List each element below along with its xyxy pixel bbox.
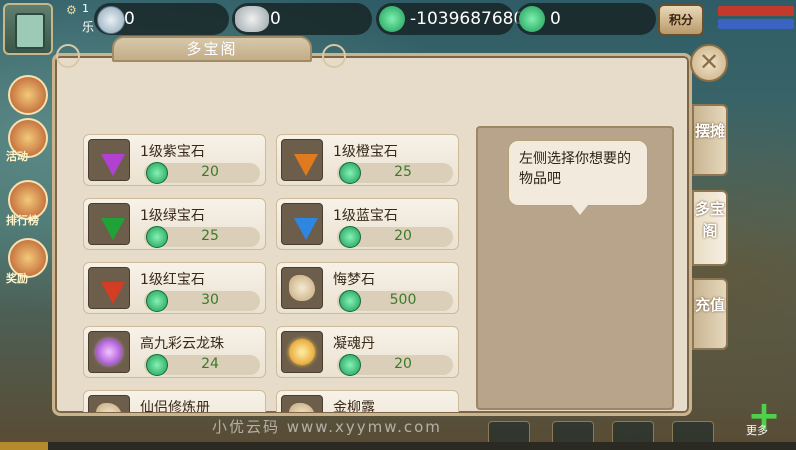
jade-coin-icon: [339, 354, 361, 376]
purple-gem-icon: [101, 154, 125, 176]
main-menu-icon[interactable]: [8, 75, 48, 115]
item-name: 金柳露: [333, 400, 375, 412]
item-icon-frame: [88, 331, 130, 373]
silver-value: 0: [270, 9, 281, 29]
jade-coin-icon: [339, 226, 361, 248]
dream-stone-icon: [289, 275, 315, 301]
tab-treasure[interactable]: 多宝阁: [692, 190, 728, 266]
quest-scroll-button[interactable]: [3, 3, 53, 55]
hint-bubble: 左侧选择你想要的物品吧: [508, 140, 648, 206]
item-price: 20: [394, 228, 412, 244]
hp-bar: [718, 6, 794, 16]
hint-bubble-tail: [572, 205, 588, 215]
item-icon-frame: [88, 267, 130, 309]
jade-coin-icon: [146, 290, 168, 312]
orange-gem-icon: [294, 154, 318, 176]
corner-ornament-left: [56, 44, 80, 68]
jade-coin-icon: [146, 162, 168, 184]
item-price: 30: [201, 292, 219, 308]
jade-coin-icon: [146, 226, 168, 248]
player-level: 1: [82, 2, 89, 15]
item-icon-frame: [281, 395, 323, 412]
item-price: 500: [389, 292, 417, 308]
status-bars: [718, 6, 794, 32]
item-icon-frame: [88, 395, 130, 412]
item-price: 25: [394, 164, 412, 180]
contribution-icon: [97, 6, 125, 34]
bound-jade-lock-icon: [519, 6, 545, 32]
jade-coin-icon: [339, 290, 361, 312]
jade-coin-icon: [339, 162, 361, 184]
jade-counter[interactable]: -1039687680: [376, 3, 524, 35]
score-button[interactable]: 积分: [658, 4, 704, 36]
tab-recharge[interactable]: 充值: [692, 278, 728, 350]
list-item[interactable]: 仙侣修炼册: [83, 390, 266, 412]
dragon-pearl-icon: [96, 339, 122, 365]
item-price: 24: [201, 356, 219, 372]
reward-label: 奖励: [6, 272, 28, 285]
list-item[interactable]: 1级蓝宝石 20: [276, 198, 459, 250]
top-resource-bar: ⚙ 1 乐 0 0 -1039687680 0 积分: [0, 0, 796, 55]
silver-ingot-icon: [235, 6, 269, 32]
item-name: 1级蓝宝石: [333, 208, 398, 224]
corner-ornament-right: [322, 44, 346, 68]
contribution-value: 0: [124, 9, 135, 29]
item-price: 20: [201, 164, 219, 180]
list-item[interactable]: 悔梦石 500: [276, 262, 459, 314]
dew-icon: [289, 403, 315, 412]
scroll-icon: [15, 13, 45, 49]
book-icon: [96, 403, 122, 412]
red-gem-icon: [101, 282, 125, 304]
item-name: 凝魂丹: [333, 336, 375, 352]
item-name: 悔梦石: [333, 272, 375, 288]
jade-add-icon[interactable]: [379, 6, 405, 32]
jade-value: -1039687680: [410, 9, 525, 29]
item-icon-frame: [281, 267, 323, 309]
list-item[interactable]: 1级紫宝石 20: [83, 134, 266, 186]
mp-bar: [718, 19, 794, 29]
watermark-text: 小优云码 www.xyymw.com: [212, 418, 442, 436]
item-name: 1级橙宝石: [333, 144, 398, 160]
item-price: 20: [394, 356, 412, 372]
item-icon-frame: [88, 139, 130, 181]
bound-jade-value: 0: [550, 9, 561, 29]
gear-icon[interactable]: ⚙: [66, 3, 77, 17]
list-item[interactable]: 高九彩云龙珠 24: [83, 326, 266, 378]
item-name: 仙侣修炼册: [140, 400, 210, 412]
list-item[interactable]: 1级橙宝石 25: [276, 134, 459, 186]
silver-counter: 0: [232, 3, 372, 35]
player-name-fragment: 乐: [82, 20, 95, 34]
list-item[interactable]: 凝魂丹 20: [276, 326, 459, 378]
bound-jade-counter: 0: [516, 3, 656, 35]
green-gem-icon: [101, 218, 125, 240]
item-price: 25: [201, 228, 219, 244]
panel-title: 多宝阁: [112, 36, 312, 62]
item-name: 1级紫宝石: [140, 144, 205, 160]
close-button[interactable]: ✕: [690, 44, 728, 82]
experience-fill: [0, 442, 48, 450]
list-item[interactable]: 1级红宝石 30: [83, 262, 266, 314]
list-item[interactable]: 金柳露: [276, 390, 459, 412]
item-icon-frame: [281, 203, 323, 245]
jade-coin-icon: [146, 354, 168, 376]
event-label: 活动: [6, 150, 28, 163]
item-name: 高九彩云龙珠: [140, 336, 224, 352]
item-icon-frame: [88, 203, 130, 245]
list-item[interactable]: 1级绿宝石 25: [83, 198, 266, 250]
rank-label: 排行榜: [6, 214, 39, 227]
item-icon-frame: [281, 139, 323, 181]
tab-stall[interactable]: 摆摊: [692, 104, 728, 176]
soul-pill-icon: [289, 339, 315, 365]
blue-gem-icon: [294, 218, 318, 240]
item-name: 1级红宝石: [140, 272, 205, 288]
item-list[interactable]: 1级紫宝石 20 1级橙宝石 25 1级绿宝石 25 1级蓝宝石 20 1级红宝…: [83, 132, 463, 412]
item-name: 1级绿宝石: [140, 208, 205, 224]
more-label: 更多: [746, 424, 768, 437]
contribution-counter: 0: [94, 3, 229, 35]
experience-bar: [0, 442, 796, 450]
item-icon-frame: [281, 331, 323, 373]
